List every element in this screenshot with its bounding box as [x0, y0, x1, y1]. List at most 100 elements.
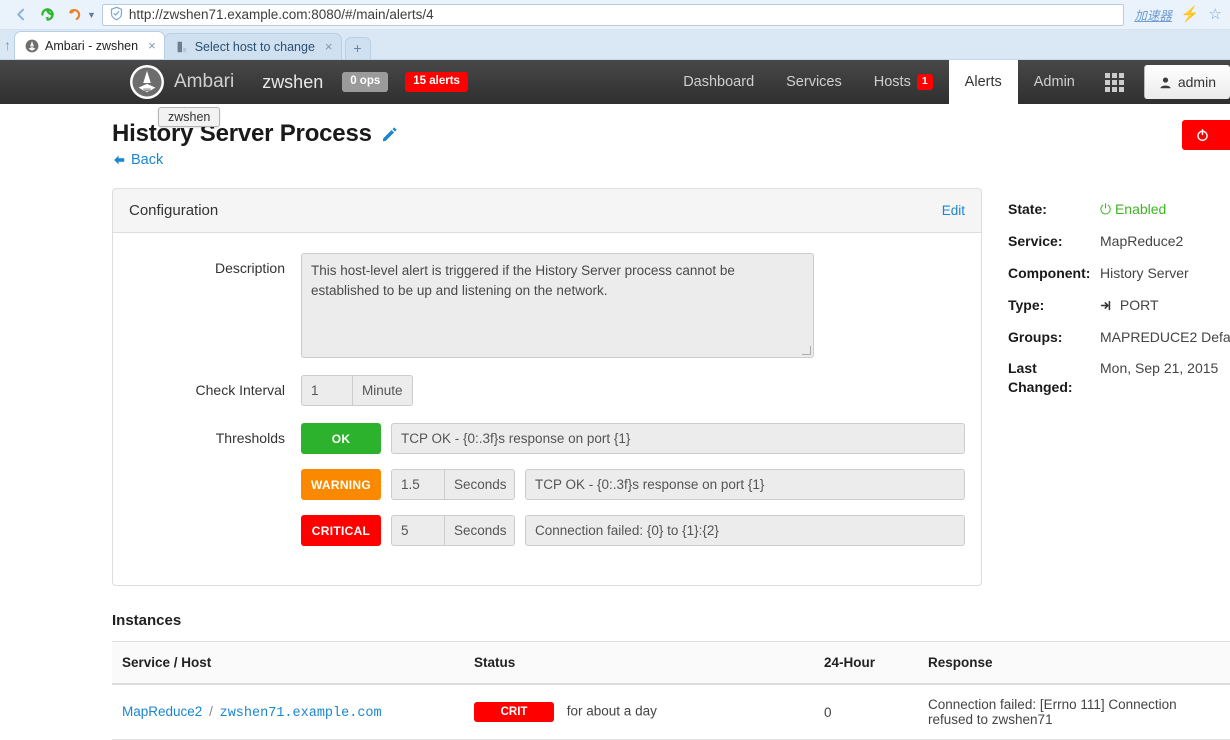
check-interval-row: Check Interval 1 Minute: [129, 375, 965, 406]
description-textarea[interactable]: This host-level alert is triggered if th…: [301, 253, 814, 358]
tab-title: Select host to change: [195, 40, 315, 54]
meta-value-type: PORT: [1100, 296, 1230, 315]
back-arrow-icon: [112, 153, 126, 167]
page-title: History Server Process: [112, 120, 372, 148]
nav-item-label: Dashboard: [683, 74, 754, 90]
meta-row-state: State: ⏻ Enabled: [1008, 200, 1230, 219]
toolbar-right-group: 加速器 ⚡ ☆: [1130, 5, 1222, 24]
brand-area[interactable]: Ambari zwshen 0 ops 15 alerts: [130, 60, 468, 104]
nav-item-alerts[interactable]: Alerts: [949, 60, 1018, 104]
meta-value-service: MapReduce2: [1100, 232, 1230, 251]
lightning-icon[interactable]: ⚡: [1181, 7, 1200, 22]
tab-scroll-left-icon[interactable]: ↑: [2, 37, 14, 59]
meta-key: Groups:: [1008, 328, 1100, 347]
threshold-unit-warning: Seconds: [445, 469, 515, 500]
power-off-icon: [1196, 128, 1209, 142]
state-label: Enabled: [1115, 201, 1166, 217]
apps-grid-button[interactable]: [1091, 60, 1138, 104]
hosts-count-badge: 1: [917, 74, 933, 90]
service-link[interactable]: MapReduce2: [122, 704, 202, 719]
back-link[interactable]: Back: [112, 152, 163, 168]
nav-item-label: Services: [786, 74, 842, 90]
undo-dropdown-caret-icon[interactable]: ▼: [87, 10, 96, 20]
browser-tab-select-host[interactable]: Select host to change ×: [164, 33, 342, 59]
threshold-value-warning[interactable]: 1.5: [391, 469, 445, 500]
back-link-label: Back: [131, 152, 163, 168]
status-duration: for about a day: [567, 704, 657, 719]
user-menu-button[interactable]: admin: [1144, 65, 1230, 99]
meta-value-groups: MAPREDUCE2 Defa: [1100, 328, 1230, 347]
configuration-panel: Configuration Edit Description This host…: [112, 188, 982, 586]
pencil-edit-icon[interactable]: [381, 126, 398, 148]
threshold-text-warning[interactable]: TCP OK - {0:.3f}s response on port {1}: [525, 469, 965, 500]
thresholds-label: Thresholds: [129, 423, 301, 446]
threshold-text-ok[interactable]: TCP OK - {0:.3f}s response on port {1}: [391, 423, 965, 454]
configuration-header: Configuration Edit: [113, 189, 981, 233]
url-bar[interactable]: http://zwshen71.example.com:8080/#/main/…: [102, 4, 1124, 26]
meta-key: Service:: [1008, 232, 1100, 251]
new-tab-button[interactable]: +: [345, 37, 371, 59]
check-interval-input[interactable]: 1: [301, 375, 353, 406]
meta-value-component: History Server: [1100, 264, 1230, 283]
nav-menu: Dashboard Services Hosts 1 Alerts Admin …: [667, 60, 1230, 104]
instances-heading: Instances: [112, 612, 1230, 629]
column-header-24-hour[interactable]: 24-Hour: [814, 642, 918, 685]
column-header-status[interactable]: Status: [464, 642, 814, 685]
browser-toolbar: ▼ http://zwshen71.example.com:8080/#/mai…: [0, 0, 1230, 30]
configuration-edit-link[interactable]: Edit: [942, 203, 965, 218]
tab-close-icon[interactable]: ×: [144, 38, 156, 53]
threshold-unit-critical: Seconds: [445, 515, 515, 546]
threshold-badge-critical: CRITICAL: [301, 515, 381, 546]
ambari-logo-icon: [130, 65, 164, 99]
star-icon[interactable]: ☆: [1209, 7, 1222, 22]
undo-arrow-icon[interactable]: [60, 3, 86, 27]
cell-status: CRIT for about a day: [464, 684, 814, 740]
body-columns: Configuration Edit Description This host…: [112, 188, 1230, 586]
nav-item-hosts[interactable]: Hosts 1: [858, 60, 949, 104]
column-header-response[interactable]: Response: [918, 642, 1230, 685]
meta-row-groups: Groups: MAPREDUCE2 Defa: [1008, 328, 1230, 347]
alerts-badge[interactable]: 15 alerts: [405, 72, 468, 91]
instances-table: Service / Host Status 24-Hour Response M…: [112, 641, 1230, 740]
threshold-value-critical[interactable]: 5: [391, 515, 445, 546]
nav-item-admin[interactable]: Admin: [1018, 60, 1091, 104]
resize-grip-icon[interactable]: [802, 346, 811, 355]
host-favicon-icon: [175, 40, 189, 54]
cluster-name[interactable]: zwshen: [262, 72, 323, 93]
disable-alert-button[interactable]: [1182, 120, 1230, 150]
meta-row-service: Service: MapReduce2: [1008, 232, 1230, 251]
user-icon: [1159, 76, 1172, 89]
ambari-navbar: Ambari zwshen 0 ops 15 alerts Dashboard …: [0, 60, 1230, 104]
accelerator-link[interactable]: 加速器: [1134, 5, 1172, 24]
page-content: zwshen History Server Process Back Confi…: [0, 104, 1230, 740]
meta-value-state: ⏻ Enabled: [1100, 200, 1230, 219]
tab-title: Ambari - zwshen: [45, 39, 138, 53]
meta-value-last-changed: Mon, Sep 21, 2015: [1100, 359, 1230, 397]
left-column: Configuration Edit Description This host…: [112, 188, 982, 586]
ops-badge[interactable]: 0 ops: [342, 72, 388, 91]
thresholds-row: Thresholds OK TCP OK - {0:.3f}s response…: [129, 423, 965, 546]
apps-grid-icon: [1105, 73, 1124, 92]
column-header-service-host[interactable]: Service / Host: [112, 642, 464, 685]
threshold-badge-warning: WARNING: [301, 469, 381, 500]
reload-icon[interactable]: [34, 3, 60, 27]
browser-tab-ambari[interactable]: Ambari - zwshen ×: [14, 31, 165, 59]
port-signin-icon: [1100, 299, 1113, 312]
meta-key: Component:: [1008, 264, 1100, 283]
separator: /: [206, 704, 216, 719]
tab-close-icon[interactable]: ×: [321, 39, 333, 54]
nav-item-label: Hosts: [874, 74, 911, 90]
threshold-row-critical: CRITICAL 5 Seconds Connection failed: {0…: [301, 515, 965, 546]
check-interval-unit: Minute: [353, 375, 413, 406]
nav-item-services[interactable]: Services: [770, 60, 858, 104]
table-row: MapReduce2 / zwshen71.example.com CRIT f…: [112, 684, 1230, 740]
power-icon: ⏻: [1100, 201, 1111, 217]
back-arrow-icon[interactable]: [8, 3, 34, 27]
instances-header-row: Service / Host Status 24-Hour Response: [112, 642, 1230, 685]
brand-name: Ambari: [174, 71, 234, 93]
description-label: Description: [129, 253, 301, 276]
host-link[interactable]: zwshen71.example.com: [220, 706, 382, 721]
nav-item-dashboard[interactable]: Dashboard: [667, 60, 770, 104]
threshold-text-critical[interactable]: Connection failed: {0} to {1}:{2}: [525, 515, 965, 546]
nav-item-label: Admin: [1034, 74, 1075, 90]
